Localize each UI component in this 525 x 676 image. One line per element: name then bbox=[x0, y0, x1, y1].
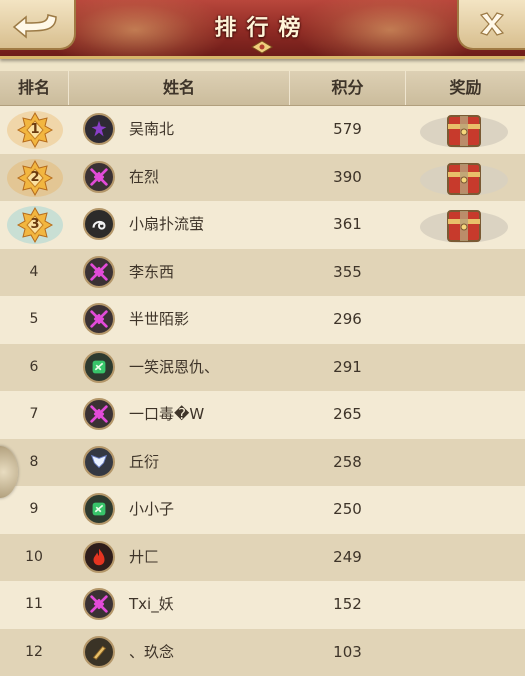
ranking-list: 1 吴南北 579 2 在烈 390 3 小扇扑流萤 361 4 李东西 355 5 半世陌影 296 6 一笑… bbox=[0, 106, 525, 676]
rank-number: 11 bbox=[25, 596, 43, 612]
player-name: 丘衍 bbox=[129, 452, 160, 471]
treasure-chest-icon[interactable] bbox=[418, 205, 510, 245]
table-row[interactable]: 1 吴南北 579 bbox=[0, 106, 525, 154]
player-score: 265 bbox=[333, 405, 362, 423]
rank-number: 2 bbox=[30, 169, 40, 185]
player-name: 吴南北 bbox=[129, 120, 175, 138]
pink-swords-icon[interactable] bbox=[83, 303, 115, 335]
rank-number: 5 bbox=[29, 311, 39, 327]
player-name: 廾匚 bbox=[129, 547, 160, 566]
rank-number: 7 bbox=[29, 406, 39, 422]
player-name: 小小子 bbox=[129, 500, 175, 518]
player-score: 258 bbox=[333, 452, 362, 471]
rank-number: 1 bbox=[30, 122, 40, 137]
table-row[interactable]: 7 一口毒�W 265 bbox=[0, 391, 525, 439]
player-name: 一口毒�W bbox=[129, 405, 205, 423]
table-row[interactable]: 11 Txi_妖 152 bbox=[0, 581, 525, 629]
rank-number: 4 bbox=[29, 263, 39, 280]
pink-swords-icon[interactable] bbox=[83, 160, 115, 193]
column-header-name: 姓名 bbox=[69, 71, 290, 105]
rank-number: 3 bbox=[30, 217, 40, 232]
rank-badge-icon: 3 bbox=[6, 205, 64, 245]
treasure-chest-icon[interactable] bbox=[418, 158, 510, 198]
pink-swords-icon[interactable] bbox=[83, 255, 115, 288]
player-score: 355 bbox=[333, 262, 362, 281]
player-name: 半世陌影 bbox=[129, 310, 190, 328]
page-title: 排行榜 bbox=[214, 15, 311, 41]
white-swirl-icon[interactable] bbox=[83, 208, 115, 240]
rank-number: 10 bbox=[25, 548, 43, 565]
green-leaf-icon[interactable] bbox=[83, 493, 115, 525]
table-row[interactable]: 2 在烈 390 bbox=[0, 153, 525, 201]
pink-swords-icon[interactable] bbox=[83, 398, 115, 430]
player-score: 103 bbox=[333, 642, 362, 661]
green-leaf-icon[interactable] bbox=[83, 350, 115, 383]
player-score: 250 bbox=[333, 500, 362, 518]
rank-badge-icon: 1 bbox=[6, 110, 64, 150]
gold-scroll-icon[interactable] bbox=[83, 635, 115, 668]
title-ornament-icon bbox=[251, 40, 273, 54]
table-row[interactable]: 9 小小子 250 bbox=[0, 486, 525, 534]
red-flame-icon[interactable] bbox=[83, 540, 115, 573]
table-row[interactable]: 10 廾匚 249 bbox=[0, 533, 525, 581]
player-score: 152 bbox=[333, 595, 362, 613]
player-name: 一笑泯恩仇、 bbox=[129, 357, 220, 376]
table-row[interactable]: 8 丘衍 258 bbox=[0, 438, 525, 486]
column-header-score: 积分 bbox=[290, 71, 406, 105]
column-header-reward: 奖励 bbox=[449, 78, 482, 97]
player-name: 小扇扑流萤 bbox=[129, 215, 205, 233]
table-header: 排名 姓名 积分 奖励 bbox=[0, 71, 525, 106]
table-row[interactable]: 5 半世陌影 296 bbox=[0, 296, 525, 344]
player-name: 李东西 bbox=[129, 262, 175, 281]
rank-number: 6 bbox=[29, 358, 39, 375]
close-x-icon bbox=[479, 12, 505, 36]
player-score: 291 bbox=[333, 357, 362, 376]
white-wings-icon[interactable] bbox=[83, 445, 115, 478]
player-score: 579 bbox=[333, 120, 362, 138]
table-row[interactable]: 3 小扇扑流萤 361 bbox=[0, 201, 525, 249]
table-row[interactable]: 6 一笑泯恩仇、 291 bbox=[0, 343, 525, 391]
rank-badge-icon: 2 bbox=[6, 158, 64, 198]
player-score: 296 bbox=[333, 310, 362, 328]
column-header-rank: 排名 bbox=[0, 71, 69, 105]
rank-number: 12 bbox=[25, 643, 43, 660]
title-banner: 排行榜 bbox=[0, 0, 525, 59]
player-name: Txi_妖 bbox=[129, 595, 174, 613]
table-row[interactable]: 12 、玖念 103 bbox=[0, 628, 525, 676]
player-name: 在烈 bbox=[129, 167, 160, 186]
table-row[interactable]: 4 李东西 355 bbox=[0, 248, 525, 296]
player-score: 361 bbox=[333, 215, 362, 233]
close-button[interactable] bbox=[457, 0, 525, 50]
purple-emblem-icon[interactable] bbox=[83, 113, 115, 145]
player-score: 390 bbox=[333, 167, 362, 186]
treasure-chest-icon[interactable] bbox=[418, 110, 510, 150]
player-score: 249 bbox=[333, 547, 362, 566]
pink-swords-icon[interactable] bbox=[83, 588, 115, 620]
player-name: 、玖念 bbox=[129, 642, 175, 661]
